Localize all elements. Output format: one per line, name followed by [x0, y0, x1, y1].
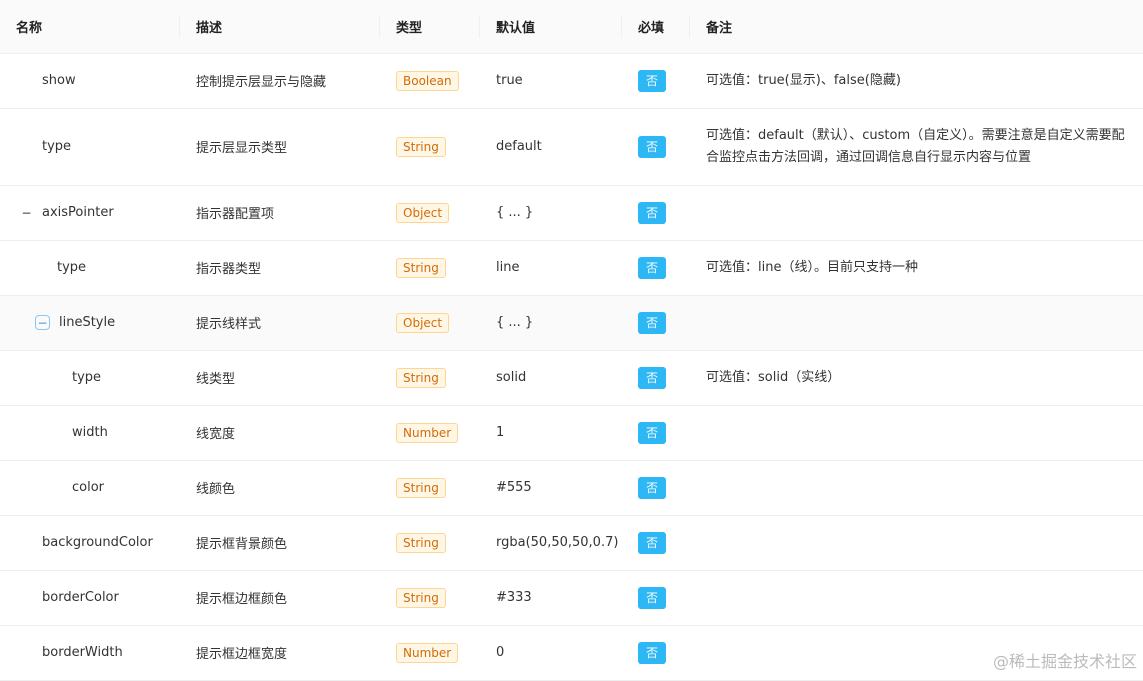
prop-name: borderWidth: [42, 645, 123, 660]
prop-name: type: [57, 260, 87, 275]
prop-remark: 可选值：line（线）。目前只支持一种: [690, 240, 1143, 296]
prop-name: axisPointer: [42, 205, 114, 220]
collapse-icon[interactable]: −: [20, 206, 33, 219]
table-row: backgroundColor 提示框背景颜色 String rgba(50,5…: [0, 515, 1143, 571]
prop-remark: [690, 570, 1143, 626]
prop-name: color: [72, 480, 105, 495]
table-row: type 提示层显示类型 String default 否 可选值：defaul…: [0, 108, 1143, 186]
col-default: 默认值: [480, 0, 622, 54]
prop-desc: 线颜色: [180, 460, 380, 516]
table-row: borderWidth 提示框边框宽度 Number 0 否: [0, 625, 1143, 681]
type-badge: String: [396, 136, 446, 157]
props-table: 名称 描述 类型 默认值 必填 备注 show 控制提示层显示与隐藏 Boole…: [0, 0, 1143, 681]
col-type: 类型: [380, 0, 480, 54]
required-tag: 否: [638, 201, 666, 224]
prop-name: show: [42, 73, 76, 88]
type-badge: String: [396, 587, 446, 608]
prop-name: type: [42, 139, 72, 154]
type-badge: String: [396, 367, 446, 388]
prop-remark: [690, 460, 1143, 516]
prop-default: { ... }: [480, 185, 622, 241]
prop-desc: 指示器类型: [180, 240, 380, 296]
prop-remark: [690, 405, 1143, 461]
collapse-icon[interactable]: −: [35, 315, 50, 330]
prop-name: type: [72, 370, 102, 385]
prop-desc: 控制提示层显示与隐藏: [180, 53, 380, 109]
table-row: borderColor 提示框边框颜色 String #333 否: [0, 570, 1143, 626]
prop-remark: 可选值：solid（实线）: [690, 350, 1143, 406]
prop-desc: 指示器配置项: [180, 185, 380, 241]
col-remark: 备注: [690, 0, 1143, 54]
prop-desc: 提示层显示类型: [180, 108, 380, 186]
required-tag: 否: [638, 256, 666, 279]
prop-desc: 提示框边框颜色: [180, 570, 380, 626]
table-row: width 线宽度 Number 1 否: [0, 405, 1143, 461]
prop-name: lineStyle: [59, 315, 116, 330]
prop-desc: 线类型: [180, 350, 380, 406]
prop-remark: [690, 515, 1143, 571]
prop-desc: 提示框边框宽度: [180, 625, 380, 681]
type-badge: Boolean: [396, 70, 459, 91]
required-tag: 否: [638, 311, 666, 334]
type-badge: Number: [396, 642, 459, 663]
required-tag: 否: [638, 476, 666, 499]
col-desc: 描述: [180, 0, 380, 54]
required-tag: 否: [638, 641, 666, 664]
table-header: 名称 描述 类型 默认值 必填 备注: [0, 0, 1143, 54]
prop-default: line: [480, 240, 622, 296]
required-tag: 否: [638, 135, 666, 158]
watermark: @稀土掘金技术社区: [992, 652, 1137, 671]
col-required: 必填: [622, 0, 690, 54]
table-row: − lineStyle 提示线样式 Object { ... } 否: [0, 295, 1143, 351]
prop-default: 1: [480, 405, 622, 461]
prop-default: solid: [480, 350, 622, 406]
prop-default: { ... }: [480, 295, 622, 351]
prop-remark: 可选值：default（默认）、custom（自定义）。需要注意是自定义需要配合…: [690, 108, 1143, 186]
prop-name: borderColor: [42, 590, 119, 605]
prop-desc: 提示线样式: [180, 295, 380, 351]
type-badge: String: [396, 257, 446, 278]
prop-name: width: [72, 425, 108, 440]
required-tag: 否: [638, 69, 666, 92]
type-badge: Object: [396, 202, 450, 223]
prop-default: rgba(50,50,50,0.7): [480, 515, 622, 571]
prop-default: 0: [480, 625, 622, 681]
prop-default: #333: [480, 570, 622, 626]
prop-remark: [690, 185, 1143, 241]
table-row: type 线类型 String solid 否 可选值：solid（实线）: [0, 350, 1143, 406]
prop-desc: 线宽度: [180, 405, 380, 461]
type-badge: String: [396, 532, 446, 553]
required-tag: 否: [638, 366, 666, 389]
required-tag: 否: [638, 586, 666, 609]
table-row: − axisPointer 指示器配置项 Object { ... } 否: [0, 185, 1143, 241]
table-row: show 控制提示层显示与隐藏 Boolean true 否 可选值：true(…: [0, 53, 1143, 109]
table-row: color 线颜色 String #555 否: [0, 460, 1143, 516]
prop-remark: [690, 295, 1143, 351]
col-name: 名称: [0, 0, 180, 54]
prop-default: default: [480, 108, 622, 186]
type-badge: Object: [396, 312, 450, 333]
prop-name: backgroundColor: [42, 535, 153, 550]
required-tag: 否: [638, 421, 666, 444]
table-row: type 指示器类型 String line 否 可选值：line（线）。目前只…: [0, 240, 1143, 296]
type-badge: String: [396, 477, 446, 498]
prop-default: #555: [480, 460, 622, 516]
type-badge: Number: [396, 422, 459, 443]
prop-desc: 提示框背景颜色: [180, 515, 380, 571]
required-tag: 否: [638, 531, 666, 554]
prop-default: true: [480, 53, 622, 109]
prop-remark: 可选值：true(显示)、false(隐藏): [690, 53, 1143, 109]
